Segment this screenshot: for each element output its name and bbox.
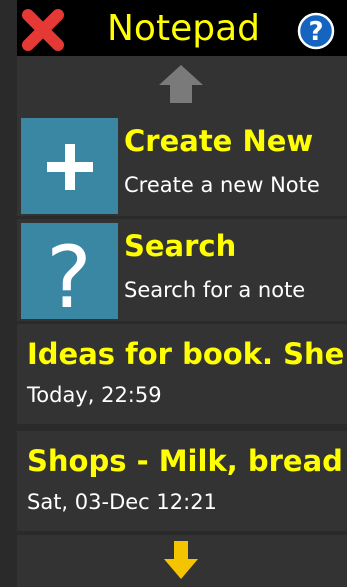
create-new-item[interactable]: Create New Create a new Note (17, 114, 347, 216)
arrow-down-icon (164, 541, 198, 579)
svg-text:?: ? (46, 228, 92, 319)
note-date: Today, 22:59 (27, 383, 162, 407)
header-bar: Notepad ? (17, 0, 347, 56)
search-subtitle: Search for a note (124, 278, 306, 302)
close-icon (22, 9, 64, 51)
scroll-up-button[interactable] (17, 56, 347, 114)
note-item[interactable]: Ideas for book. She w Today, 22:59 (17, 324, 347, 424)
notepad-app: Notepad ? Create New Create a new Note ? (0, 0, 347, 587)
scroll-down-button[interactable] (17, 535, 347, 587)
question-mark-icon: ? (46, 228, 92, 328)
search-item[interactable]: ? Search Search for a note (17, 219, 347, 328)
close-button[interactable] (18, 6, 68, 54)
app-title: Notepad (107, 8, 260, 49)
plus-icon (47, 144, 93, 190)
note-title: Ideas for book. She w (27, 337, 347, 371)
note-item[interactable]: Shops - Milk, bread a Sat, 03-Dec 12:21 (17, 431, 347, 531)
search-tile: ? (21, 223, 118, 328)
help-icon: ? (297, 12, 335, 50)
create-new-title: Create New (124, 124, 314, 158)
create-new-tile (21, 118, 118, 214)
arrow-up-icon (159, 65, 203, 103)
help-button[interactable]: ? (297, 12, 335, 50)
svg-text:?: ? (308, 17, 323, 47)
search-title: Search (124, 229, 237, 263)
note-title: Shops - Milk, bread a (27, 444, 347, 478)
create-new-subtitle: Create a new Note (124, 173, 320, 197)
note-date: Sat, 03-Dec 12:21 (27, 490, 217, 514)
